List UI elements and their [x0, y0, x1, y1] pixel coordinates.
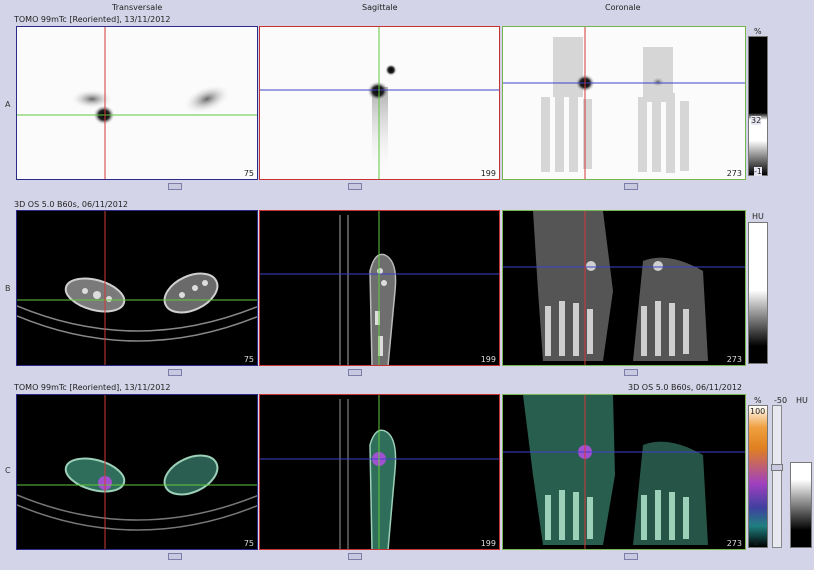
slice-number: 75 [243, 539, 254, 548]
slice-number: 199 [480, 355, 496, 364]
slice-number: 273 [726, 355, 742, 364]
row-c-series-title-right: 3D OS 5.0 B60s, 06/11/2012 [628, 383, 743, 392]
scale-c-threshold-track[interactable] [772, 405, 782, 548]
column-header-sagittale: Sagittale [362, 3, 398, 12]
scale-a-lower-value: -1 [754, 167, 762, 176]
slice-number: 199 [480, 169, 496, 178]
fusion-coronale-image [503, 395, 745, 549]
slice-slider-b-coronale[interactable] [624, 369, 638, 376]
fusion-sagittale-image [260, 395, 499, 549]
row-c-series-title: TOMO 99mTc [Reoriented], 13/11/2012 [14, 383, 171, 392]
slice-slider-b-sagittale[interactable] [348, 369, 362, 376]
viewport-c-coronale[interactable]: 273 [502, 394, 746, 550]
ct-coronale-image [503, 211, 745, 365]
scale-a-colorbar[interactable] [748, 36, 768, 176]
scale-c-upper-pct: 100 [750, 407, 766, 416]
slice-slider-c-transversale[interactable] [168, 553, 182, 560]
column-header-coronale: Coronale [605, 3, 641, 12]
viewport-c-transversale[interactable]: 75 [16, 394, 258, 550]
slice-number: 199 [480, 539, 496, 548]
viewport-c-sagittale[interactable]: 199 [259, 394, 500, 550]
spect-coronale-image [503, 27, 745, 179]
slice-number: 273 [726, 169, 742, 178]
slice-number: 273 [726, 539, 742, 548]
viewport-b-transversale[interactable]: 75 [16, 210, 258, 366]
slice-slider-a-sagittale[interactable] [348, 183, 362, 190]
scale-a-upper-value: 32 [751, 116, 762, 125]
slice-slider-b-transversale[interactable] [168, 369, 182, 376]
viewport-a-sagittale[interactable]: 199 [259, 26, 500, 180]
viewport-a-transversale[interactable]: 75 [16, 26, 258, 180]
row-b-series-title: 3D OS 5.0 B60s, 06/11/2012 [14, 200, 129, 209]
slice-number: 75 [243, 355, 254, 364]
scale-c-threshold-handle[interactable] [771, 464, 783, 471]
viewport-b-sagittale[interactable]: 199 [259, 210, 500, 366]
fusion-transversale-image [17, 395, 257, 549]
ct-sagittale-image [260, 211, 499, 365]
viewport-b-coronale[interactable]: 273 [502, 210, 746, 366]
scale-a-unit: % [754, 27, 762, 36]
spect-sagittale-image [260, 27, 499, 179]
slice-slider-c-sagittale[interactable] [348, 553, 362, 560]
scale-b-colorbar[interactable] [748, 222, 768, 364]
scale-c-fusion-colorbar[interactable] [748, 405, 768, 548]
slice-slider-c-coronale[interactable] [624, 553, 638, 560]
viewport-a-coronale[interactable]: 273 [502, 26, 746, 180]
spect-transversale-image [17, 27, 257, 179]
row-label-b: B [5, 284, 11, 293]
row-label-a: A [5, 100, 11, 109]
column-header-transversale: Transversale [112, 3, 163, 12]
scale-c-window-value: -50 [774, 396, 788, 405]
scale-c-hu-colorbar[interactable] [790, 462, 812, 548]
slice-slider-a-transversale[interactable] [168, 183, 182, 190]
row-label-c: C [5, 466, 11, 475]
ct-transversale-image [17, 211, 257, 365]
scale-c-lower-pct: 0 [754, 538, 760, 547]
scale-c-hu-unit: HU [796, 396, 808, 405]
scale-c-pct-unit: % [754, 396, 762, 405]
row-a-series-title: TOMO 99mTc [Reoriented], 13/11/2012 [14, 15, 171, 24]
slice-slider-a-coronale[interactable] [624, 183, 638, 190]
slice-number: 75 [243, 169, 254, 178]
scale-b-unit: HU [752, 212, 764, 221]
